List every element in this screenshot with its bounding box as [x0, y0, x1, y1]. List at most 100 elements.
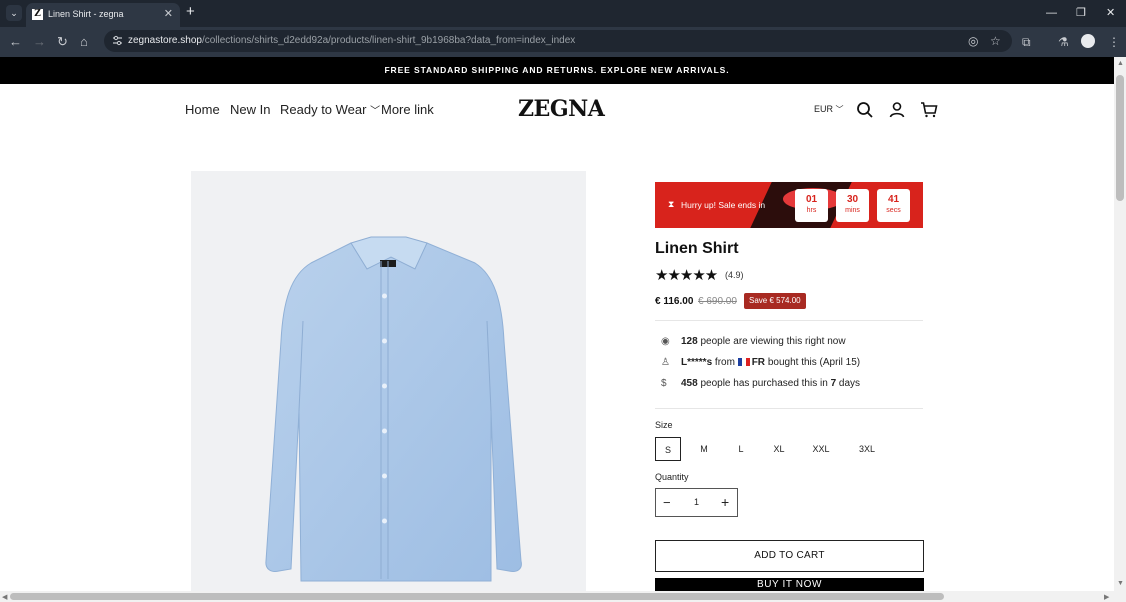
currency-selector[interactable]: EUR ﹀ — [814, 104, 844, 115]
rating-value: (4.9) — [725, 270, 744, 280]
divider — [655, 408, 923, 409]
nav-home[interactable]: Home — [185, 102, 220, 117]
extensions-puzzle-icon[interactable]: ⧉ — [1022, 34, 1031, 50]
browser-toolbar: ← → ↻ ⌂ zegnastore.shop/collections/shir… — [0, 27, 1126, 57]
sale-countdown-banner: ⧗ Hurry up! Sale ends in 01 hrs 30 mins … — [655, 182, 923, 228]
purchased-row: $458 people has purchased this in 7 days — [661, 378, 860, 389]
purchased-days: 7 — [830, 378, 837, 389]
chevron-down-icon: ﹀ — [370, 106, 381, 117]
tab-title: Linen Shirt - zegna — [48, 9, 124, 19]
size-option-xl[interactable]: XL — [766, 437, 792, 461]
reload-icon[interactable]: ↻ — [57, 34, 68, 50]
france-flag-icon — [737, 358, 750, 367]
chevron-down-icon: ﹀ — [835, 105, 844, 114]
purchased-text: people has purchased this in — [700, 378, 828, 389]
minimize-icon[interactable]: — — [1046, 6, 1057, 20]
nav-ready-to-wear[interactable]: Ready to Wear ﹀ — [280, 102, 380, 117]
timer-hours-value: 01 — [805, 194, 818, 205]
size-label: Size — [655, 420, 673, 430]
hourglass-icon: ⧗ — [668, 199, 675, 209]
timer-minutes: 30 mins — [836, 189, 869, 222]
profile-avatar-icon[interactable] — [1081, 34, 1095, 48]
recent-country: FR — [751, 357, 766, 368]
timer-hours: 01 hrs — [795, 189, 828, 222]
timer-hours-unit: hrs — [806, 207, 817, 214]
product-image[interactable] — [191, 171, 586, 591]
browser-tab-bar: ⌄ Z Linen Shirt - zegna ✕ + — ❐ ✕ — [0, 0, 1126, 27]
timer-seconds-unit: secs — [886, 207, 901, 214]
scroll-right-arrow-icon[interactable]: ▶ — [1104, 593, 1109, 601]
timer-seconds-value: 41 — [887, 194, 900, 205]
minus-icon[interactable]: − — [663, 495, 671, 510]
address-bar[interactable]: zegnastore.shop/collections/shirts_d2edd… — [104, 30, 1012, 52]
url-domain: zegnastore.shop — [128, 35, 202, 46]
currency-label: EUR — [814, 104, 834, 114]
nav-more-link[interactable]: More link — [381, 102, 434, 117]
recent-buyer-row: ♙ L*****s from FR bought this (April 15) — [661, 357, 860, 368]
browser-tab[interactable]: Z Linen Shirt - zegna ✕ — [26, 3, 180, 27]
product-title: Linen Shirt — [655, 240, 739, 257]
more-menu-icon[interactable]: ⋮ — [1108, 34, 1120, 50]
url-text[interactable]: zegnastore.shop/collections/shirts_d2edd… — [128, 35, 575, 46]
size-option-3xl[interactable]: 3XL — [852, 437, 882, 461]
announcement-bar: FREE STANDARD SHIPPING AND RETURNS. EXPL… — [0, 57, 1114, 84]
quantity-input[interactable]: 1 — [694, 497, 699, 507]
size-option-m[interactable]: M — [691, 437, 717, 461]
labs-flask-icon[interactable]: ⚗ — [1058, 34, 1069, 50]
forward-arrow-icon[interactable]: → — [33, 34, 46, 50]
back-arrow-icon[interactable]: ← — [9, 34, 22, 50]
plus-icon[interactable]: + — [721, 494, 729, 510]
dollar-circle-icon: $ — [661, 378, 667, 389]
recent-text: bought this (April 15) — [767, 357, 861, 368]
viewers-count: 128 — [681, 336, 698, 347]
tab-search-chevron-icon[interactable]: ⌄ — [6, 5, 22, 21]
rating-stars: ★★★★★ — [655, 267, 718, 284]
buy-now-button[interactable]: BUY IT NOW — [655, 578, 924, 591]
user-icon: ♙ — [661, 357, 670, 368]
buy-now-label: BUY IT NOW — [756, 579, 823, 590]
home-icon[interactable]: ⌂ — [80, 34, 88, 50]
zegna-logo[interactable]: ZEGNA — [518, 96, 605, 122]
url-path: /collections/shirts_d2edd92a/products/li… — [201, 35, 576, 46]
bookmark-star-icon[interactable]: ☆ — [990, 34, 1001, 48]
purchased-count: 458 — [681, 378, 698, 389]
size-option-xxl[interactable]: XXL — [806, 437, 836, 461]
sale-ends-text: Hurry up! Sale ends in — [681, 200, 766, 210]
eye-icon: ◉ — [661, 336, 670, 347]
recent-from: from — [714, 357, 735, 368]
size-option-l[interactable]: L — [728, 437, 754, 461]
eye-slash-icon[interactable]: ◎ — [968, 34, 978, 48]
divider — [655, 320, 923, 321]
recent-buyer-name: L*****s — [681, 357, 713, 368]
quantity-stepper: − 1 + — [655, 488, 738, 517]
size-option-s[interactable]: S — [655, 437, 681, 461]
nav-new-in[interactable]: New In — [230, 102, 270, 117]
add-to-cart-button[interactable]: ADD TO CART — [655, 540, 924, 572]
scroll-left-arrow-icon[interactable]: ◀ — [2, 593, 7, 601]
viewers-row: ◉ 128 people are viewing this right now — [661, 336, 846, 347]
purchased-days-label: days — [838, 378, 861, 389]
compare-price: € 690.00 — [698, 296, 737, 307]
site-info-icon[interactable] — [112, 35, 123, 46]
scroll-down-arrow-icon[interactable]: ▼ — [1117, 580, 1124, 587]
quantity-label: Quantity — [655, 472, 689, 482]
timer-minutes-unit: mins — [845, 207, 860, 214]
zegna-favicon-icon: Z — [32, 9, 43, 20]
viewers-text: people are viewing this right now — [700, 336, 846, 347]
search-icon[interactable] — [856, 101, 874, 119]
nav-ready-to-wear-label: Ready to Wear — [280, 102, 367, 117]
vertical-scroll-thumb[interactable] — [1116, 75, 1124, 201]
close-window-icon[interactable]: ✕ — [1106, 6, 1115, 20]
tab-close-icon[interactable]: ✕ — [164, 7, 173, 20]
cart-icon[interactable] — [920, 101, 938, 119]
restore-icon[interactable]: ❐ — [1076, 6, 1086, 20]
sale-price: € 116.00 — [655, 296, 694, 307]
scroll-up-arrow-icon[interactable]: ▲ — [1117, 60, 1124, 67]
save-badge: Save € 574.00 — [744, 293, 806, 309]
timer-minutes-value: 30 — [846, 194, 859, 205]
horizontal-scroll-thumb[interactable] — [10, 593, 944, 600]
linen-shirt-illustration — [265, 236, 522, 582]
account-icon[interactable] — [888, 101, 906, 119]
timer-seconds: 41 secs — [877, 189, 910, 222]
new-tab-icon[interactable]: + — [186, 4, 195, 20]
